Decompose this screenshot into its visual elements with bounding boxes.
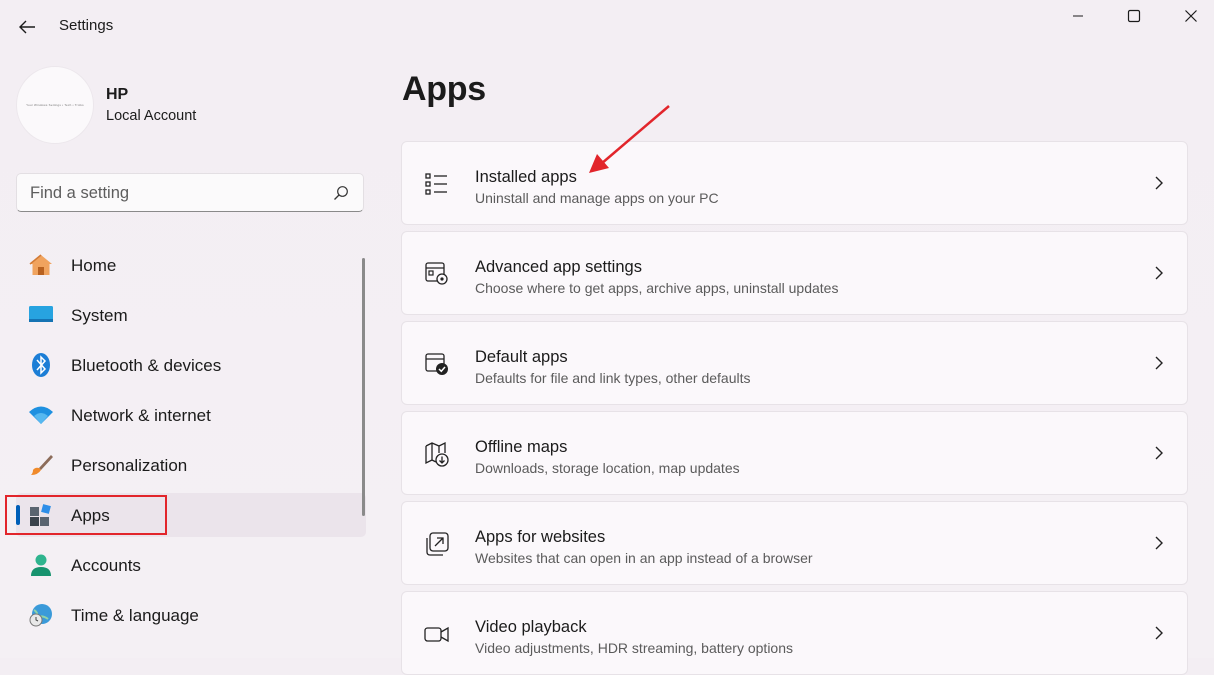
video-camera-icon xyxy=(424,626,449,643)
back-arrow-icon xyxy=(19,20,35,34)
open-in-app-icon xyxy=(426,532,449,556)
person-icon xyxy=(28,553,54,577)
bluetooth-icon xyxy=(28,353,54,377)
brush-icon xyxy=(28,453,54,477)
card-title: Apps for websites xyxy=(475,528,606,546)
chevron-right-icon xyxy=(1155,626,1163,640)
sidebar-item-label: Personalization xyxy=(71,456,188,475)
sidebar-item-label: Bluetooth & devices xyxy=(71,356,222,375)
profile-account-type: Local Account xyxy=(106,108,197,124)
sidebar-item-personalization[interactable]: Personalization xyxy=(16,443,366,487)
list-icon xyxy=(425,173,447,195)
search-icon xyxy=(334,186,348,200)
sidebar-item-network[interactable]: Network & internet xyxy=(16,393,366,437)
chevron-right-icon xyxy=(1155,356,1163,370)
card-title: Default apps xyxy=(475,348,568,366)
sidebar-item-bluetooth[interactable]: Bluetooth & devices xyxy=(16,343,366,387)
card-subtitle: Websites that can open in an app instead… xyxy=(475,550,813,566)
chevron-right-icon xyxy=(1155,176,1163,190)
back-button[interactable] xyxy=(14,14,40,40)
card-subtitle: Uninstall and manage apps on your PC xyxy=(475,190,719,206)
card-default-apps[interactable]: Default apps Defaults for file and link … xyxy=(401,321,1188,405)
minimize-icon xyxy=(1073,15,1083,17)
card-video-playback[interactable]: Video playback Video adjustments, HDR st… xyxy=(401,591,1188,675)
sidebar-item-label: Accounts xyxy=(71,556,141,575)
card-installed-apps[interactable]: Installed apps Uninstall and manage apps… xyxy=(401,141,1188,225)
window-title: Settings xyxy=(59,17,114,34)
card-subtitle: Downloads, storage location, map updates xyxy=(475,460,740,476)
card-title: Installed apps xyxy=(475,168,577,186)
close-button[interactable] xyxy=(1168,2,1214,30)
page-title: Apps xyxy=(402,70,486,108)
search-input[interactable] xyxy=(17,174,332,213)
card-title: Video playback xyxy=(475,618,587,636)
card-advanced-app-settings[interactable]: Advanced app settings Choose where to ge… xyxy=(401,231,1188,315)
card-subtitle: Choose where to get apps, archive apps, … xyxy=(475,280,839,296)
chevron-right-icon xyxy=(1155,266,1163,280)
search-box[interactable] xyxy=(16,173,364,213)
sidebar-scrollbar[interactable] xyxy=(362,258,365,516)
sidebar-item-label: Network & internet xyxy=(71,406,211,425)
card-title: Advanced app settings xyxy=(475,258,642,276)
sidebar-item-accounts[interactable]: Accounts xyxy=(16,543,366,587)
system-icon xyxy=(28,303,54,327)
annotation-arrow xyxy=(589,105,670,173)
card-apps-for-websites[interactable]: Apps for websites Websites that can open… xyxy=(401,501,1188,585)
avatar-text: Your Windows Settings • Tech • Tricks xyxy=(26,103,84,107)
apps-highlight-annotation xyxy=(5,495,167,535)
chevron-right-icon xyxy=(1155,536,1163,550)
globe-clock-icon xyxy=(28,603,54,627)
sidebar-item-system[interactable]: System xyxy=(16,293,366,337)
home-icon xyxy=(28,253,54,277)
profile-name: HP xyxy=(106,86,129,103)
chevron-right-icon xyxy=(1155,446,1163,460)
card-subtitle: Defaults for file and link types, other … xyxy=(475,370,751,386)
map-download-icon xyxy=(425,441,449,467)
maximize-icon xyxy=(1127,9,1141,23)
title-bar: Settings xyxy=(0,0,1214,52)
maximize-button[interactable] xyxy=(1111,2,1157,30)
app-settings-icon xyxy=(425,262,448,285)
avatar: Your Windows Settings • Tech • Tricks xyxy=(16,66,94,144)
minimize-button[interactable] xyxy=(1055,2,1101,30)
card-subtitle: Video adjustments, HDR streaming, batter… xyxy=(475,640,794,656)
sidebar-item-label: System xyxy=(71,306,128,325)
card-title: Offline maps xyxy=(475,438,568,456)
wifi-icon xyxy=(28,403,54,427)
sidebar-item-label: Home xyxy=(71,256,117,275)
sidebar-item-label: Time & language xyxy=(71,606,199,625)
card-offline-maps[interactable]: Offline maps Downloads, storage location… xyxy=(401,411,1188,495)
close-icon xyxy=(1185,10,1197,22)
default-apps-icon xyxy=(425,353,448,375)
sidebar-item-home[interactable]: Home xyxy=(16,243,366,287)
sidebar-item-time-language[interactable]: Time & language xyxy=(16,593,366,637)
